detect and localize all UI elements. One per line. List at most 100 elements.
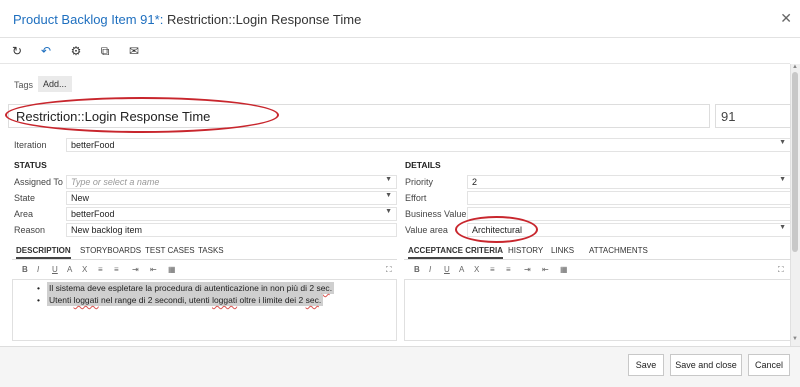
effort-label: Effort: [405, 193, 427, 203]
value-area-value: Architectural: [472, 225, 523, 235]
numbered-list-icon[interactable]: ≡: [506, 265, 511, 274]
toolbar: ↻ ↶ ⚙ ⧉ ✉: [0, 38, 790, 64]
description-line-2: Utenti loggati nel range di 2 secondi, u…: [47, 294, 324, 306]
workflow-icon[interactable]: ⚙: [69, 44, 83, 58]
refresh-icon[interactable]: ↻: [10, 44, 24, 58]
font-color-icon[interactable]: A: [67, 265, 72, 274]
tab-tasks[interactable]: TASKS: [198, 246, 224, 255]
line2-text-d: loggati: [212, 295, 238, 305]
tags-label: Tags: [14, 80, 34, 90]
numbered-list-icon[interactable]: ≡: [114, 265, 119, 274]
iteration-value: betterFood: [71, 140, 115, 150]
tab-acceptance-criteria[interactable]: ACCEPTANCE CRITERIA: [408, 246, 503, 259]
scrollbar-thumb[interactable]: [792, 72, 798, 252]
scroll-down-icon[interactable]: ▼: [792, 336, 798, 342]
description-line-1: Il sistema deve espletare la procedura d…: [47, 282, 335, 294]
tab-history[interactable]: HISTORY: [508, 246, 543, 255]
reason-label: Reason: [14, 225, 46, 235]
bullet-list-icon[interactable]: ≡: [98, 265, 103, 274]
line1-text-b: sec: [316, 283, 330, 293]
line1-text-c: .: [329, 283, 333, 293]
left-tab-strip: DESCRIPTION STORYBOARDS TEST CASES TASKS: [12, 244, 397, 260]
underline-icon[interactable]: U: [52, 265, 58, 274]
priority-value: 2: [472, 177, 478, 187]
insert-image-icon[interactable]: ▦: [560, 265, 568, 274]
assigned-to-select[interactable]: Type or select a name ▼: [66, 175, 397, 189]
iteration-select[interactable]: betterFood ▼: [66, 138, 791, 152]
reason-value: New backlog item: [71, 225, 143, 235]
window-title: Product Backlog Item 91*: Restriction::L…: [13, 12, 361, 27]
tab-links[interactable]: LINKS: [551, 246, 574, 255]
window-titlebar: Product Backlog Item 91*: Restriction::L…: [0, 0, 800, 38]
chevron-down-icon: ▼: [385, 176, 392, 183]
indent-icon[interactable]: ⇥: [524, 265, 531, 274]
chevron-down-icon: ▼: [779, 139, 786, 146]
iteration-label: Iteration: [14, 140, 47, 150]
email-icon[interactable]: ✉: [127, 44, 141, 58]
tab-test-cases[interactable]: TEST CASES: [145, 246, 195, 255]
clear-format-icon[interactable]: X: [474, 265, 479, 274]
italic-icon[interactable]: I: [429, 265, 431, 274]
indent-icon[interactable]: ⇥: [132, 265, 139, 274]
title-prefix: Product Backlog Item 91*:: [13, 12, 164, 27]
tab-attachments[interactable]: ATTACHMENTS: [589, 246, 648, 255]
work-item-title-input[interactable]: Restriction::Login Response Time: [8, 104, 710, 128]
outdent-icon[interactable]: ⇤: [542, 265, 549, 274]
tab-storyboards[interactable]: STORYBOARDS: [80, 246, 141, 255]
area-select[interactable]: betterFood ▼: [66, 207, 397, 221]
value-area-select[interactable]: Architectural ▼: [467, 223, 791, 237]
line2-text-e: oltre i limite dei 2: [237, 295, 306, 305]
reason-select[interactable]: New backlog item: [66, 223, 397, 237]
bullet-dot: •: [37, 283, 40, 293]
chevron-down-icon: ▼: [385, 192, 392, 199]
business-value-input[interactable]: [467, 207, 791, 221]
right-tab-strip: ACCEPTANCE CRITERIA HISTORY LINKS ATTACH…: [404, 244, 791, 260]
line1-text-a: Il sistema deve espletare la procedura d…: [49, 283, 317, 293]
title-main: Restriction::Login Response Time: [166, 12, 362, 27]
effort-input[interactable]: [467, 191, 791, 205]
area-value: betterFood: [71, 209, 115, 219]
assigned-to-placeholder: Type or select a name: [71, 177, 160, 187]
save-button[interactable]: Save: [628, 354, 664, 376]
assigned-to-label: Assigned To: [14, 177, 63, 187]
work-item-id: 91: [715, 104, 791, 128]
area-label: Area: [14, 209, 34, 219]
description-formatting-toolbar: B I U A X ≡ ≡ ⇥ ⇤ ▦ ⛶: [12, 265, 397, 279]
insert-image-icon[interactable]: ▦: [168, 265, 176, 274]
bold-icon[interactable]: B: [22, 265, 28, 274]
chevron-down-icon: ▼: [779, 224, 786, 231]
bullet-dot: •: [37, 295, 40, 305]
tab-description[interactable]: DESCRIPTION: [16, 246, 71, 259]
italic-icon[interactable]: I: [37, 265, 39, 274]
line2-text-b: loggati: [73, 295, 99, 305]
details-heading: DETAILS: [405, 160, 441, 170]
copy-icon[interactable]: ⧉: [98, 44, 112, 58]
description-bullet: • Utenti loggati nel range di 2 secondi,…: [37, 294, 324, 306]
line2-text-a: Utenti: [49, 295, 74, 305]
undo-icon[interactable]: ↶: [39, 44, 53, 58]
description-bullet: • Il sistema deve espletare la procedura…: [37, 282, 335, 294]
line2-text-c: nel range di 2 secondi, utenti: [98, 295, 213, 305]
priority-label: Priority: [405, 177, 434, 187]
save-and-close-button[interactable]: Save and close: [670, 354, 742, 376]
bold-icon[interactable]: B: [414, 265, 420, 274]
maximize-icon[interactable]: ⛶: [778, 265, 784, 275]
scroll-up-icon[interactable]: ▲: [792, 64, 798, 70]
font-color-icon[interactable]: A: [459, 265, 464, 274]
close-icon[interactable]: ✕: [780, 10, 792, 27]
add-tag-button[interactable]: Add...: [38, 76, 72, 92]
clear-format-icon[interactable]: X: [82, 265, 87, 274]
outdent-icon[interactable]: ⇤: [150, 265, 157, 274]
acceptance-formatting-toolbar: B I U A X ≡ ≡ ⇥ ⇤ ▦ ⛶: [404, 265, 791, 279]
value-area-label: Value area: [405, 225, 448, 235]
state-value: New: [71, 193, 90, 203]
acceptance-criteria-editor[interactable]: [404, 279, 791, 341]
underline-icon[interactable]: U: [444, 265, 450, 274]
priority-select[interactable]: 2 ▼: [467, 175, 791, 189]
state-label: State: [14, 193, 36, 203]
cancel-button[interactable]: Cancel: [748, 354, 790, 376]
maximize-icon[interactable]: ⛶: [386, 265, 392, 275]
state-select[interactable]: New ▼: [66, 191, 397, 205]
bullet-list-icon[interactable]: ≡: [490, 265, 495, 274]
chevron-down-icon: ▼: [385, 208, 392, 215]
